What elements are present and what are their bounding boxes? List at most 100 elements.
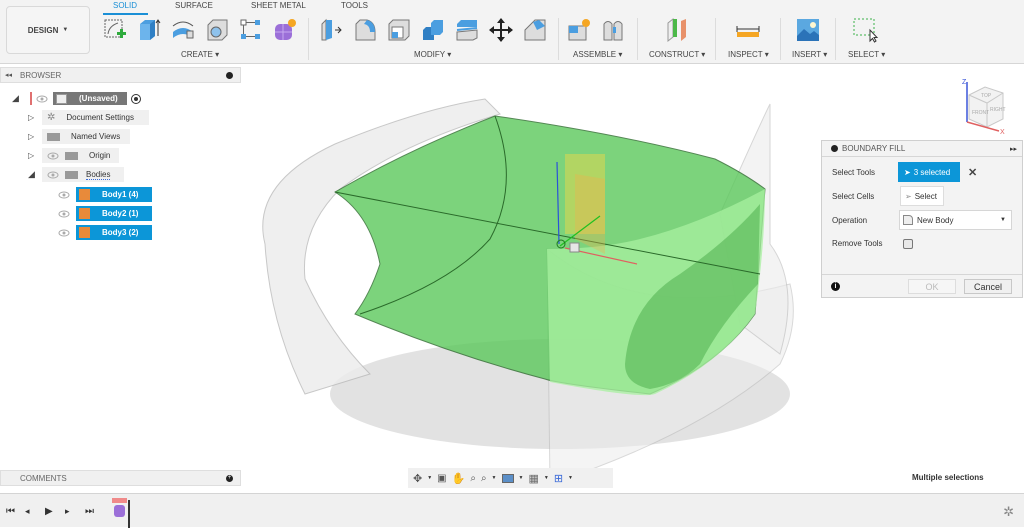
insert-image-button[interactable] (795, 17, 821, 43)
select-menu[interactable]: SELECT ▾ (848, 50, 885, 59)
toolbar: DESIGN ▼ SOLID SURFACE SHEET METAL TOOLS… (0, 0, 1024, 64)
create-sketch-button[interactable] (102, 17, 128, 43)
look-at-icon[interactable]: ▣ (437, 473, 446, 484)
fillet-button[interactable] (352, 17, 378, 43)
create-menu[interactable]: CREATE ▾ (181, 50, 219, 59)
ok-button[interactable]: OK (908, 279, 956, 294)
insert-menu[interactable]: INSERT ▾ (792, 50, 827, 59)
chamfer-button[interactable] (522, 17, 548, 43)
display-settings-icon[interactable] (501, 473, 514, 483)
root-component[interactable]: (Unsaved) (53, 92, 127, 105)
eye-icon[interactable] (58, 210, 70, 218)
inspect-menu[interactable]: INSPECT ▾ (728, 50, 769, 59)
pattern-button[interactable] (238, 17, 264, 43)
modify-menu[interactable]: MODIFY ▾ (414, 50, 451, 59)
tab-surface[interactable]: SURFACE (175, 1, 213, 10)
tree-root[interactable]: ◢ (Unsaved) (12, 91, 141, 106)
go-to-end-icon[interactable]: ⏭ (85, 506, 95, 517)
window-select-button[interactable] (853, 17, 879, 43)
chevron-down-icon[interactable]: ▼ (519, 475, 524, 481)
select-cells-value: Select (914, 191, 937, 201)
tree-item-origin[interactable]: ▷ Origin (28, 148, 119, 163)
body-item-selected[interactable]: Body1 (4) (76, 187, 152, 202)
minimize-icon[interactable] (226, 71, 233, 79)
eye-icon[interactable] (36, 95, 48, 103)
expand-triangle-icon[interactable]: ▷ (28, 151, 42, 160)
pattern-icon (240, 19, 260, 39)
workspace-switcher[interactable]: DESIGN ▼ (6, 6, 90, 54)
remove-tools-checkbox[interactable] (903, 239, 913, 249)
body-row[interactable]: Body1 (4) (58, 187, 152, 202)
chevron-down-icon[interactable]: ▼ (568, 475, 573, 481)
body-label: Body1 (4) (102, 190, 139, 199)
eye-icon[interactable] (47, 152, 59, 160)
timeline-marker[interactable] (128, 500, 130, 528)
body-item-selected[interactable]: Body2 (1) (76, 206, 152, 221)
grid-icon[interactable]: ▦ (528, 472, 538, 485)
expand-triangle-icon[interactable]: ▷ (28, 113, 42, 122)
body-icon (79, 189, 90, 200)
chevron-down-icon[interactable]: ▼ (492, 475, 497, 481)
eye-icon[interactable] (47, 171, 59, 179)
select-menu-label: SELECT (848, 50, 879, 59)
tab-tools[interactable]: TOOLS (341, 1, 368, 10)
new-component-button[interactable] (566, 17, 592, 43)
folder-icon (47, 132, 60, 141)
play-icon[interactable]: ▶ (45, 506, 55, 517)
step-forward-icon[interactable]: ▸ (65, 506, 75, 516)
construct-menu[interactable]: CONSTRUCT ▾ (649, 50, 705, 59)
chevron-down-icon[interactable]: ▼ (544, 475, 549, 481)
create-form-button[interactable] (272, 17, 298, 43)
select-cells-button[interactable]: ➢ Select (900, 186, 944, 206)
measure-button[interactable] (735, 17, 761, 43)
viewports-icon[interactable]: ⊞ (554, 472, 563, 485)
press-pull-button[interactable] (318, 17, 344, 43)
body-row[interactable]: Body2 (1) (58, 206, 152, 221)
tab-solid[interactable]: SOLID (113, 1, 137, 10)
info-icon[interactable]: i (831, 282, 840, 291)
tab-sheet-metal[interactable]: SHEET METAL (251, 1, 306, 10)
tree-item-bodies[interactable]: ◢ Bodies (28, 167, 124, 182)
expand-triangle-icon[interactable]: ◢ (12, 93, 24, 104)
expand-dialog-icon[interactable]: ▸▸ (1010, 145, 1017, 153)
hole-button[interactable] (204, 17, 230, 43)
viewcube[interactable]: Z X FRONT RIGHT TOP (955, 75, 1015, 136)
eye-icon[interactable] (58, 229, 70, 237)
move-copy-button[interactable] (488, 17, 514, 43)
add-comment-icon[interactable]: + (226, 474, 233, 482)
browser-title: BROWSER (20, 70, 62, 80)
expand-triangle-icon[interactable]: ▷ (28, 132, 42, 141)
offset-face-button[interactable] (454, 17, 480, 43)
chevron-down-icon[interactable]: ▼ (427, 475, 432, 481)
extrude-button[interactable] (136, 17, 162, 43)
eye-icon[interactable] (58, 191, 70, 199)
tree-item-named-views[interactable]: ▷ Named Views (28, 129, 130, 144)
clear-selection-icon[interactable]: ✕ (968, 166, 977, 179)
revolve-icon (172, 21, 194, 39)
revolve-button[interactable] (170, 17, 196, 43)
cancel-button[interactable]: Cancel (964, 279, 1012, 294)
body-row[interactable]: Body3 (2) (58, 225, 152, 240)
collapse-dialog-icon[interactable] (831, 145, 838, 152)
zoom-window-icon[interactable]: ⌕ (481, 473, 487, 484)
step-back-icon[interactable]: ◂ (25, 506, 35, 516)
orbit-icon[interactable]: ✥ (413, 472, 422, 485)
go-to-start-icon[interactable]: ⏮ (6, 506, 16, 517)
form-feature-icon[interactable] (114, 505, 125, 517)
operation-dropdown[interactable]: New Body ▼ (899, 210, 1012, 230)
gear-icon[interactable]: ✲ (1003, 504, 1014, 520)
pan-icon[interactable]: ✋ (452, 472, 466, 485)
tree-item-document-settings[interactable]: ▷ ✲ Document Settings (28, 110, 149, 125)
collapse-triangle-icon[interactable]: ◢ (28, 169, 42, 180)
zoom-icon[interactable]: ⌕ (470, 473, 476, 484)
collapse-panel-icon[interactable]: ◂◂ (5, 71, 12, 79)
assemble-menu[interactable]: ASSEMBLE ▾ (573, 50, 622, 59)
origin-handle[interactable] (569, 242, 580, 253)
combine-button[interactable] (420, 17, 446, 43)
body-item-selected[interactable]: Body3 (2) (76, 225, 152, 240)
select-tools-button[interactable]: ➤ 3 selected (898, 162, 960, 182)
offset-plane-button[interactable] (664, 17, 690, 43)
activate-radio[interactable] (131, 93, 141, 104)
joint-button[interactable] (600, 17, 626, 43)
shell-button[interactable] (386, 17, 412, 43)
